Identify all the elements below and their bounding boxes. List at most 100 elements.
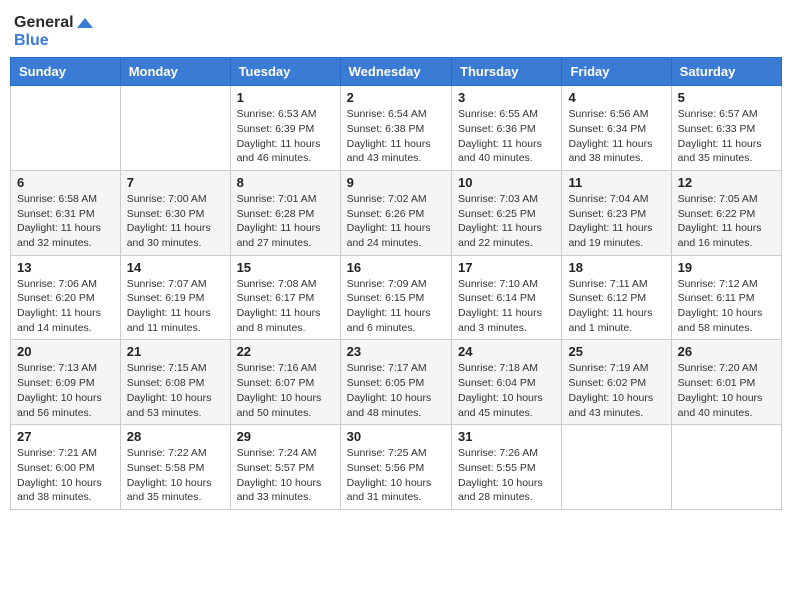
day-number: 23 [347, 344, 445, 359]
calendar-cell: 10 Sunrise: 7:03 AM Sunset: 6:25 PM Dayli… [452, 170, 562, 255]
calendar-cell: 24Sunrise: 7:18 AM Sunset: 6:04 PM Dayli… [452, 340, 562, 425]
calendar-cell: 30Sunrise: 7:25 AM Sunset: 5:56 PM Dayli… [340, 425, 451, 510]
day-info: Sunrise: 7:16 AM Sunset: 6:07 PM Dayligh… [237, 361, 334, 420]
day-number: 18 [568, 260, 664, 275]
calendar-cell: 17 Sunrise: 7:10 AM Sunset: 6:14 PM Dayli… [452, 255, 562, 340]
calendar-cell [120, 86, 230, 171]
day-number: 4 [568, 90, 664, 105]
day-info: Sunrise: 7:15 AM Sunset: 6:08 PM Dayligh… [127, 361, 224, 420]
page-header: General Blue [10, 10, 782, 49]
day-number: 22 [237, 344, 334, 359]
day-info: Sunrise: 6:53 AM Sunset: 6:39 PM Dayligh… [237, 107, 334, 166]
calendar-week-row: 20Sunrise: 7:13 AM Sunset: 6:09 PM Dayli… [11, 340, 782, 425]
day-number: 15 [237, 260, 334, 275]
calendar-cell: 8Sunrise: 7:01 AM Sunset: 6:28 PM Daylig… [230, 170, 340, 255]
day-number: 27 [17, 429, 114, 444]
calendar-cell: 2 Sunrise: 6:54 AM Sunset: 6:38 PM Daylig… [340, 86, 451, 171]
calendar-cell: 16Sunrise: 7:09 AM Sunset: 6:15 PM Dayli… [340, 255, 451, 340]
day-number: 11 [568, 175, 664, 190]
day-info: Sunrise: 6:54 AM Sunset: 6:38 PM Dayligh… [347, 107, 445, 166]
day-info: Sunrise: 6:56 AM Sunset: 6:34 PM Dayligh… [568, 107, 664, 166]
calendar-cell: 25Sunrise: 7:19 AM Sunset: 6:02 PM Dayli… [562, 340, 671, 425]
day-number: 1 [237, 90, 334, 105]
calendar-cell: 9 Sunrise: 7:02 AM Sunset: 6:26 PM Daylig… [340, 170, 451, 255]
calendar-cell: 15 Sunrise: 7:08 AM Sunset: 6:17 PM Dayli… [230, 255, 340, 340]
calendar-cell: 11 Sunrise: 7:04 AM Sunset: 6:23 PM Dayli… [562, 170, 671, 255]
calendar-cell: 5 Sunrise: 6:57 AM Sunset: 6:33 PM Daylig… [671, 86, 781, 171]
day-info: Sunrise: 7:04 AM Sunset: 6:23 PM Dayligh… [568, 192, 664, 251]
day-info: Sunrise: 7:07 AM Sunset: 6:19 PM Dayligh… [127, 277, 224, 336]
day-info: Sunrise: 6:55 AM Sunset: 6:36 PM Dayligh… [458, 107, 555, 166]
day-info: Sunrise: 7:18 AM Sunset: 6:04 PM Dayligh… [458, 361, 555, 420]
calendar-cell: 20Sunrise: 7:13 AM Sunset: 6:09 PM Dayli… [11, 340, 121, 425]
calendar-cell: 29 Sunrise: 7:24 AM Sunset: 5:57 PM Dayli… [230, 425, 340, 510]
day-number: 14 [127, 260, 224, 275]
day-number: 8 [237, 175, 334, 190]
calendar-cell: 1 Sunrise: 6:53 AM Sunset: 6:39 PM Daylig… [230, 86, 340, 171]
day-number: 3 [458, 90, 555, 105]
day-number: 9 [347, 175, 445, 190]
calendar-cell: 23 Sunrise: 7:17 AM Sunset: 6:05 PM Dayli… [340, 340, 451, 425]
day-number: 28 [127, 429, 224, 444]
day-number: 7 [127, 175, 224, 190]
calendar-header-row: SundayMondayTuesdayWednesdayThursdayFrid… [11, 58, 782, 86]
calendar-cell: 12 Sunrise: 7:05 AM Sunset: 6:22 PM Dayli… [671, 170, 781, 255]
calendar-cell: 7Sunrise: 7:00 AM Sunset: 6:30 PM Daylig… [120, 170, 230, 255]
calendar-cell: 14 Sunrise: 7:07 AM Sunset: 6:19 PM Dayli… [120, 255, 230, 340]
day-info: Sunrise: 6:57 AM Sunset: 6:33 PM Dayligh… [678, 107, 775, 166]
weekday-header-friday: Friday [562, 58, 671, 86]
calendar-cell: 26 Sunrise: 7:20 AM Sunset: 6:01 PM Dayli… [671, 340, 781, 425]
calendar-table: SundayMondayTuesdayWednesdayThursdayFrid… [10, 57, 782, 510]
day-info: Sunrise: 7:02 AM Sunset: 6:26 PM Dayligh… [347, 192, 445, 251]
logo: General Blue [14, 14, 93, 49]
day-number: 10 [458, 175, 555, 190]
calendar-cell: 18 Sunrise: 7:11 AM Sunset: 6:12 PM Dayli… [562, 255, 671, 340]
calendar-cell: 21 Sunrise: 7:15 AM Sunset: 6:08 PM Dayli… [120, 340, 230, 425]
weekday-header-sunday: Sunday [11, 58, 121, 86]
day-info: Sunrise: 7:12 AM Sunset: 6:11 PM Dayligh… [678, 277, 775, 336]
calendar-week-row: 1 Sunrise: 6:53 AM Sunset: 6:39 PM Daylig… [11, 86, 782, 171]
day-number: 2 [347, 90, 445, 105]
calendar-cell: 28 Sunrise: 7:22 AM Sunset: 5:58 PM Dayli… [120, 425, 230, 510]
day-info: Sunrise: 7:24 AM Sunset: 5:57 PM Dayligh… [237, 446, 334, 505]
calendar-cell: 3 Sunrise: 6:55 AM Sunset: 6:36 PM Daylig… [452, 86, 562, 171]
day-info: Sunrise: 7:06 AM Sunset: 6:20 PM Dayligh… [17, 277, 114, 336]
day-number: 29 [237, 429, 334, 444]
logo-text: General Blue [14, 14, 93, 49]
day-number: 13 [17, 260, 114, 275]
day-info: Sunrise: 7:08 AM Sunset: 6:17 PM Dayligh… [237, 277, 334, 336]
day-info: Sunrise: 7:05 AM Sunset: 6:22 PM Dayligh… [678, 192, 775, 251]
day-number: 12 [678, 175, 775, 190]
day-info: Sunrise: 7:10 AM Sunset: 6:14 PM Dayligh… [458, 277, 555, 336]
day-info: Sunrise: 7:11 AM Sunset: 6:12 PM Dayligh… [568, 277, 664, 336]
calendar-cell: 13 Sunrise: 7:06 AM Sunset: 6:20 PM Dayli… [11, 255, 121, 340]
day-info: Sunrise: 7:26 AM Sunset: 5:55 PM Dayligh… [458, 446, 555, 505]
day-number: 21 [127, 344, 224, 359]
day-number: 5 [678, 90, 775, 105]
day-info: Sunrise: 7:21 AM Sunset: 6:00 PM Dayligh… [17, 446, 114, 505]
calendar-week-row: 6Sunrise: 6:58 AM Sunset: 6:31 PM Daylig… [11, 170, 782, 255]
calendar-cell [671, 425, 781, 510]
day-info: Sunrise: 7:20 AM Sunset: 6:01 PM Dayligh… [678, 361, 775, 420]
weekday-header-wednesday: Wednesday [340, 58, 451, 86]
day-info: Sunrise: 7:19 AM Sunset: 6:02 PM Dayligh… [568, 361, 664, 420]
day-info: Sunrise: 7:17 AM Sunset: 6:05 PM Dayligh… [347, 361, 445, 420]
day-info: Sunrise: 7:13 AM Sunset: 6:09 PM Dayligh… [17, 361, 114, 420]
day-number: 17 [458, 260, 555, 275]
day-number: 31 [458, 429, 555, 444]
calendar-week-row: 13 Sunrise: 7:06 AM Sunset: 6:20 PM Dayli… [11, 255, 782, 340]
calendar-cell: 27 Sunrise: 7:21 AM Sunset: 6:00 PM Dayli… [11, 425, 121, 510]
day-number: 26 [678, 344, 775, 359]
calendar-cell: 6Sunrise: 6:58 AM Sunset: 6:31 PM Daylig… [11, 170, 121, 255]
day-info: Sunrise: 7:03 AM Sunset: 6:25 PM Dayligh… [458, 192, 555, 251]
calendar-cell: 4 Sunrise: 6:56 AM Sunset: 6:34 PM Daylig… [562, 86, 671, 171]
calendar-cell [562, 425, 671, 510]
day-number: 19 [678, 260, 775, 275]
day-number: 30 [347, 429, 445, 444]
day-info: Sunrise: 6:58 AM Sunset: 6:31 PM Dayligh… [17, 192, 114, 251]
day-number: 16 [347, 260, 445, 275]
calendar-cell: 19 Sunrise: 7:12 AM Sunset: 6:11 PM Dayli… [671, 255, 781, 340]
day-info: Sunrise: 7:22 AM Sunset: 5:58 PM Dayligh… [127, 446, 224, 505]
calendar-cell [11, 86, 121, 171]
weekday-header-tuesday: Tuesday [230, 58, 340, 86]
